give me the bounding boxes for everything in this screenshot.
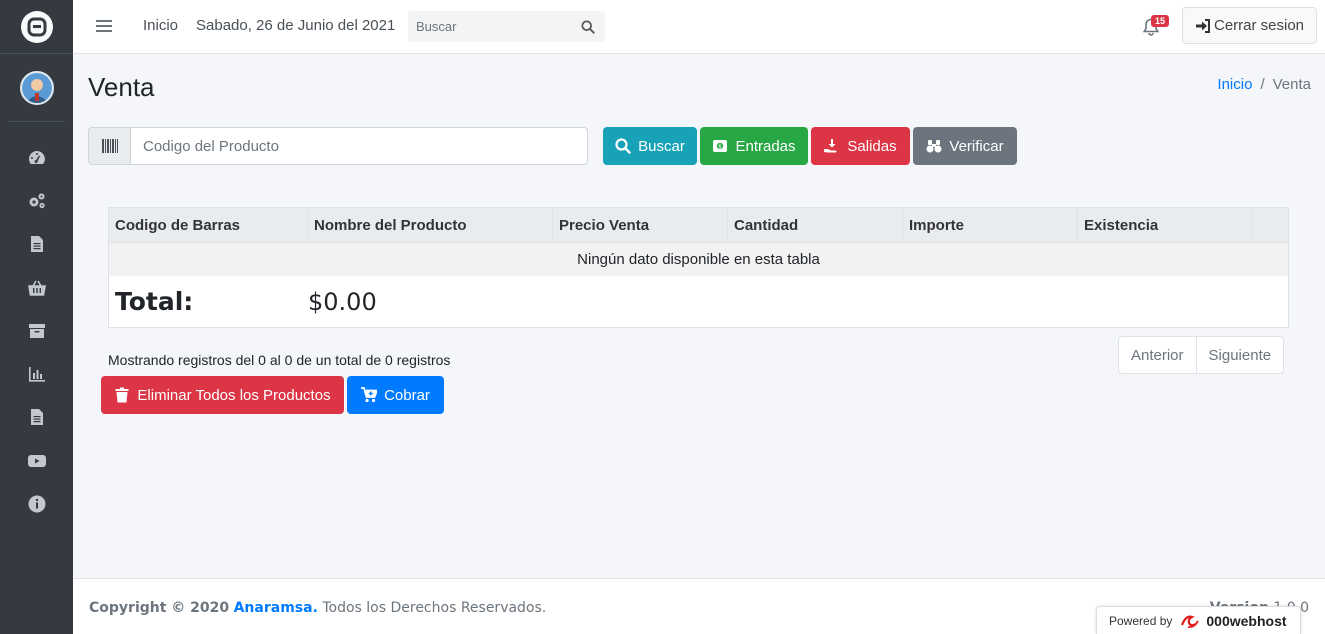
column-header[interactable]: Existencia <box>1078 208 1253 242</box>
chart-icon[interactable] <box>0 352 73 395</box>
archive-icon[interactable] <box>0 309 73 352</box>
pagination-previous[interactable]: Anterior <box>1119 337 1196 373</box>
copyright-prefix: Copyright © 2020 <box>89 600 230 616</box>
salidas-button[interactable]: Salidas <box>811 127 910 165</box>
company-link[interactable]: Anaramsa. <box>234 600 318 616</box>
salidas-label: Salidas <box>847 137 897 155</box>
column-header[interactable]: Importe <box>903 208 1078 242</box>
cart-icon <box>361 387 378 403</box>
menu-toggle-icon[interactable] <box>96 17 112 35</box>
sign-in-icon <box>1195 18 1210 33</box>
product-code-input[interactable] <box>130 127 588 165</box>
navbar-search-input[interactable] <box>408 11 573 42</box>
search-icon <box>581 19 595 34</box>
navbar-search <box>408 11 605 42</box>
sidebar <box>0 0 73 634</box>
verificar-label: Verificar <box>949 137 1004 155</box>
settings-cogs-icon[interactable] <box>0 179 73 222</box>
top-navbar: Inicio Sabado, 26 de Junio del 2021 15 C… <box>73 0 1325 54</box>
total-label: Total: <box>115 287 194 316</box>
column-header[interactable]: Codigo de Barras <box>109 208 308 242</box>
table-header: Codigo de Barras Nombre del Producto Pre… <box>109 208 1288 243</box>
buscar-label: Buscar <box>638 137 685 155</box>
user-panel <box>8 54 65 122</box>
entradas-label: Entradas <box>735 137 796 155</box>
brand[interactable] <box>0 0 73 54</box>
trash-icon <box>115 387 129 403</box>
basket-icon[interactable] <box>0 266 73 309</box>
host-logo: 000webhost <box>1180 612 1287 629</box>
total-row: Total: $0.00 <box>109 276 1288 327</box>
column-header-blank <box>1253 208 1288 242</box>
barcode-icon <box>88 127 130 165</box>
breadcrumb: Inicio / Venta <box>1217 76 1311 93</box>
sidebar-nav <box>0 122 73 526</box>
footer-copyright: Copyright © 2020 Anaramsa. Todos los Der… <box>89 600 546 616</box>
document-icon[interactable] <box>0 223 73 266</box>
host-swirl-icon <box>1181 615 1200 628</box>
logout-label: Cerrar sesion <box>1213 17 1305 34</box>
sales-table: Codigo de Barras Nombre del Producto Pre… <box>108 207 1289 328</box>
dashboard-icon[interactable] <box>0 136 73 179</box>
entradas-button[interactable]: $ Entradas <box>700 127 808 165</box>
info-icon[interactable] <box>0 482 73 525</box>
total-value: $0.00 <box>308 287 377 316</box>
logout-button[interactable]: Cerrar sesion <box>1182 7 1317 44</box>
column-header[interactable]: Cantidad <box>728 208 903 242</box>
pagination-next[interactable]: Siguiente <box>1195 337 1284 373</box>
search-icon <box>615 138 631 154</box>
svg-text:$: $ <box>719 143 723 150</box>
delete-all-label: Eliminar Todos los Productos <box>137 386 331 404</box>
charge-label: Cobrar <box>384 386 430 404</box>
buscar-button[interactable]: Buscar <box>603 127 697 165</box>
notification-badge: 15 <box>1151 15 1170 27</box>
breadcrumb-current: Venta <box>1272 76 1311 93</box>
pagination: Anterior Siguiente <box>1118 336 1285 374</box>
binoculars-icon <box>926 140 942 153</box>
delete-all-button[interactable]: Eliminar Todos los Productos <box>101 376 344 414</box>
current-date: Sabado, 26 de Junio del 2021 <box>196 17 396 34</box>
powered-by-label: Powered by <box>1109 613 1173 628</box>
page-title: Venta <box>88 72 155 102</box>
breadcrumb-home-link[interactable]: Inicio <box>1217 76 1252 93</box>
breadcrumb-separator: / <box>1260 76 1265 93</box>
navbar-search-button[interactable] <box>573 11 603 42</box>
avatar[interactable] <box>19 70 54 105</box>
youtube-icon[interactable] <box>0 439 73 482</box>
brand-logo[interactable] <box>20 10 53 43</box>
charge-button[interactable]: Cobrar <box>347 376 444 414</box>
report-icon[interactable] <box>0 396 73 439</box>
hand-holding-icon <box>824 139 837 153</box>
money-bill-icon: $ <box>713 140 728 152</box>
empty-table-message: Ningún dato disponible en esta tabla <box>109 243 1288 276</box>
table-info: Mostrando registros del 0 al 0 de un tot… <box>108 352 451 368</box>
verificar-button[interactable]: Verificar <box>913 127 1017 165</box>
column-header[interactable]: Nombre del Producto <box>308 208 553 242</box>
powered-by-badge[interactable]: Powered by 000webhost <box>1096 606 1301 634</box>
rights-text: Todos los Derechos Reservados. <box>322 600 547 616</box>
nav-home-link[interactable]: Inicio <box>143 17 178 34</box>
column-header[interactable]: Precio Venta <box>553 208 728 242</box>
product-code-group <box>88 127 588 165</box>
host-name: 000webhost <box>1206 612 1287 629</box>
